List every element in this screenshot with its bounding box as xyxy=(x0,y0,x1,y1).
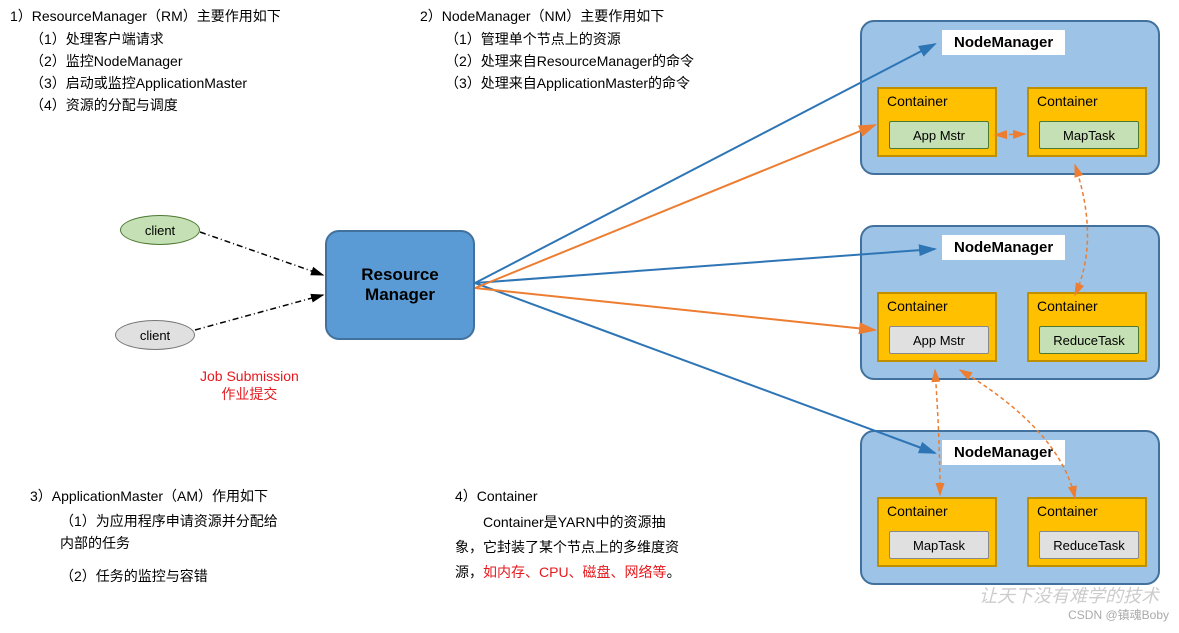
rm-func-2: （2）监控NodeManager xyxy=(30,50,183,72)
arrow-client2-rm xyxy=(195,295,323,330)
job-submission-en: Job Submission xyxy=(200,368,299,384)
arrow-rm-nm2-container xyxy=(475,288,875,330)
nm2-c2-label: Container xyxy=(1037,298,1098,314)
nm1-c1-label: Container xyxy=(887,93,948,109)
nm1-label: NodeManager xyxy=(942,30,1065,55)
nm-func-3: （3）处理来自ApplicationMaster的命令 xyxy=(445,72,690,94)
nm2-container-2: Container ReduceTask xyxy=(1027,292,1147,362)
rm-func-3: （3）启动或监控ApplicationMaster xyxy=(30,72,247,94)
nm3-c1-label: Container xyxy=(887,503,948,519)
nm-func-2: （2）处理来自ResourceManager的命令 xyxy=(445,50,694,72)
node-manager-3: NodeManager Container MapTask Container … xyxy=(860,430,1160,585)
container-desc-end: 。 xyxy=(667,564,681,580)
nm2-reducetask: ReduceTask xyxy=(1039,326,1139,354)
nm-func-1: （1）管理单个节点上的资源 xyxy=(445,28,621,50)
node-manager-2: NodeManager Container App Mstr Container… xyxy=(860,225,1160,380)
yarn-architecture-diagram: 1）ResourceManager（RM）主要作用如下 （1）处理客户端请求 （… xyxy=(0,0,1179,633)
nm1-c2-label: Container xyxy=(1037,93,1098,109)
am-func-2: （2）任务的监控与容错 xyxy=(60,565,208,587)
resource-manager-node: Resource Manager xyxy=(325,230,475,340)
nm2-c1-label: Container xyxy=(887,298,948,314)
nm2-container-1: Container App Mstr xyxy=(877,292,997,362)
nm1-container-1: Container App Mstr xyxy=(877,87,997,157)
arrow-rm-nm1-container xyxy=(475,125,875,288)
client-node-1: client xyxy=(120,215,200,245)
rm-func-1: （1）处理客户端请求 xyxy=(30,28,164,50)
nm3-container-2: Container ReduceTask xyxy=(1027,497,1147,567)
watermark-author: CSDN @镇魂Boby xyxy=(1068,606,1169,623)
nm2-label: NodeManager xyxy=(942,235,1065,260)
node-manager-1: NodeManager Container App Mstr Container… xyxy=(860,20,1160,175)
nm3-maptask: MapTask xyxy=(889,531,989,559)
container-title: 4）Container xyxy=(455,485,538,507)
client-node-2: client xyxy=(115,320,195,350)
nm3-c2-label: Container xyxy=(1037,503,1098,519)
watermark-slogan: 让天下没有难学的技术 xyxy=(979,582,1159,608)
job-submission-label: Job Submission 作业提交 xyxy=(200,368,299,404)
nm3-reducetask: ReduceTask xyxy=(1039,531,1139,559)
nm1-maptask: MapTask xyxy=(1039,121,1139,149)
nm1-container-2: Container MapTask xyxy=(1027,87,1147,157)
nm1-appmstr: App Mstr xyxy=(889,121,989,149)
am-functions-title: 3）ApplicationMaster（AM）作用如下 xyxy=(30,485,268,507)
nm2-appmstr: App Mstr xyxy=(889,326,989,354)
nm3-container-1: Container MapTask xyxy=(877,497,997,567)
nm-functions-title: 2）NodeManager（NM）主要作用如下 xyxy=(420,5,664,27)
job-submission-zh: 作业提交 xyxy=(200,384,299,404)
arrow-client1-rm xyxy=(200,232,323,275)
rm-functions-title: 1）ResourceManager（RM）主要作用如下 xyxy=(10,5,281,27)
container-description: Container是YARN中的资源抽象，它封装了某个节点上的多维度资源，如内存… xyxy=(455,510,685,586)
container-desc-highlight: 如内存、CPU、磁盘、网络等 xyxy=(483,564,667,580)
rm-func-4: （4）资源的分配与调度 xyxy=(30,94,178,116)
am-func-1: （1）为应用程序申请资源并分配给内部的任务 xyxy=(60,510,290,555)
resource-manager-label: Resource Manager xyxy=(327,265,473,305)
nm3-label: NodeManager xyxy=(942,440,1065,465)
